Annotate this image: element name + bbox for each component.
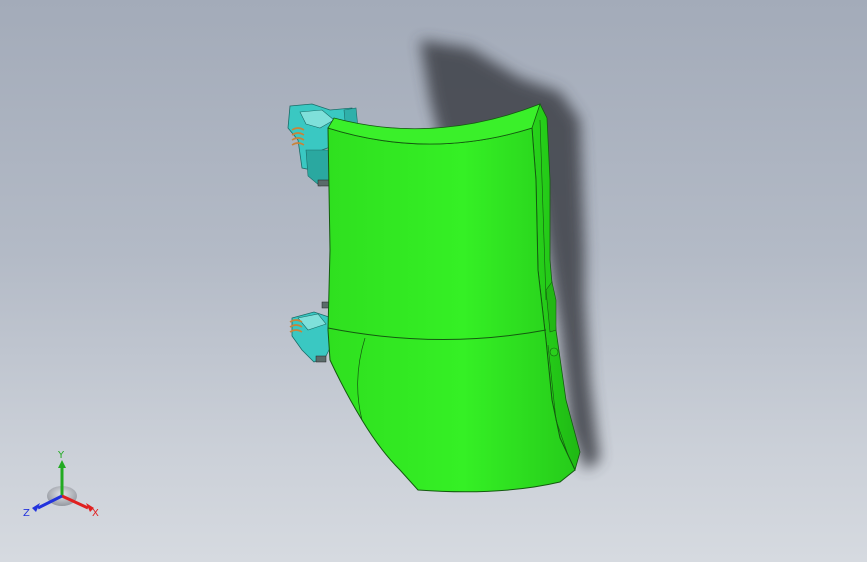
triad-graphic: Y X Z bbox=[23, 450, 99, 519]
trim-panel-part[interactable] bbox=[327, 103, 581, 493]
triad-x-label: X bbox=[92, 508, 99, 519]
graphics-viewport[interactable]: Y X Z bbox=[0, 0, 867, 562]
orientation-triad[interactable]: Y X Z bbox=[22, 446, 106, 522]
triad-z-label: Z bbox=[23, 508, 30, 519]
triad-y-label: Y bbox=[57, 450, 65, 461]
model-canvas[interactable] bbox=[0, 0, 867, 562]
lower-bracket-assembly[interactable] bbox=[289, 301, 335, 363]
